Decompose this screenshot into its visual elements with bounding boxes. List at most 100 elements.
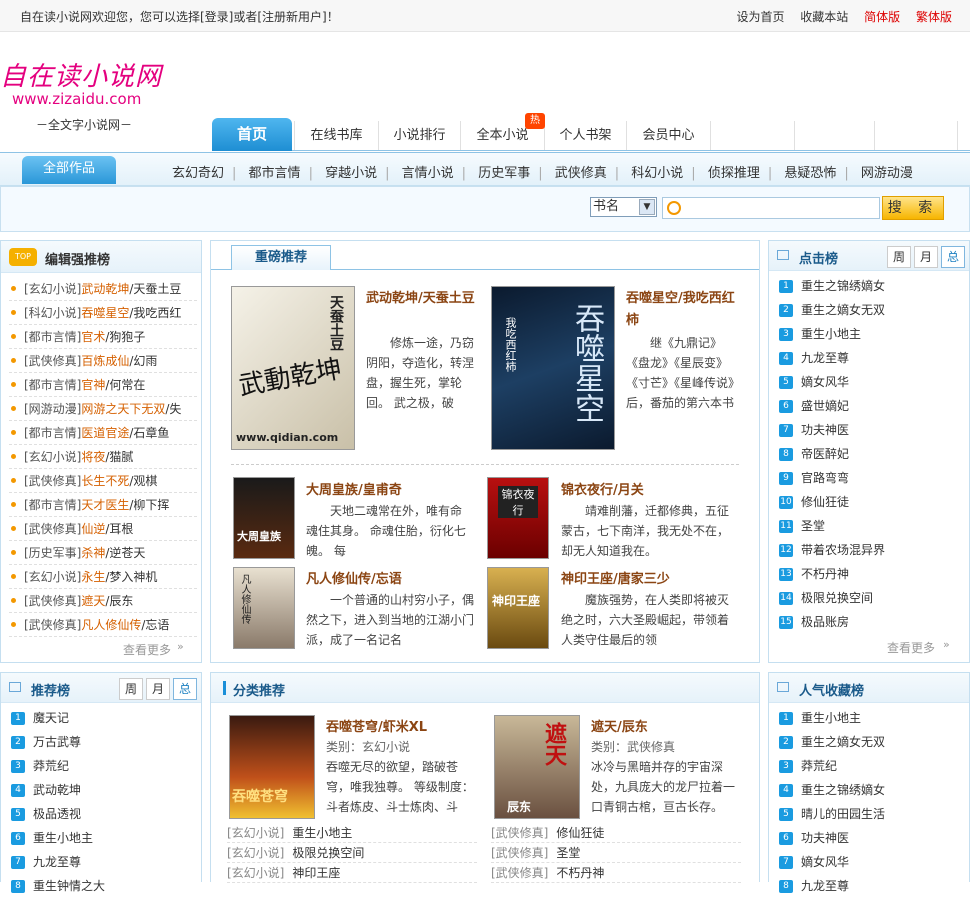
rank-item[interactable]: 5 极品透视 bbox=[11, 802, 195, 826]
featured-small-title-3[interactable]: 凡人修仙传/忘语 bbox=[306, 568, 402, 587]
rank-item[interactable]: 6 功夫神医 bbox=[779, 826, 963, 850]
tab-total[interactable]: 总 bbox=[941, 246, 965, 268]
rank-title[interactable]: 重生小地主 bbox=[33, 831, 93, 845]
rank-title[interactable]: 不朽丹神 bbox=[801, 567, 849, 581]
rank-title[interactable]: 万古武尊 bbox=[33, 735, 81, 749]
item-book[interactable]: 遮天 bbox=[81, 594, 105, 608]
rank-item[interactable]: 4 九龙至尊 bbox=[779, 346, 963, 370]
rank-title[interactable]: 功夫神医 bbox=[801, 423, 849, 437]
tab-total[interactable]: 总 bbox=[173, 678, 197, 700]
tab-bookshelf[interactable]: 个人书架 bbox=[544, 121, 626, 150]
rank-item[interactable]: 11 圣堂 bbox=[779, 514, 963, 538]
list-item[interactable]: [武侠修真]凡人修仙传/忘语 bbox=[9, 613, 197, 637]
rank-title[interactable]: 九龙至尊 bbox=[801, 351, 849, 365]
rank-item[interactable]: 2 重生之嫡女无双 bbox=[779, 298, 963, 322]
list-item[interactable]: [武侠修真]百炼成仙/幻雨 bbox=[9, 349, 197, 373]
item-book[interactable]: 修仙狂徒 bbox=[556, 826, 604, 840]
list-item[interactable]: [都市言情]官神/何常在 bbox=[9, 373, 197, 397]
cover-fanren[interactable]: 凡人修仙传 bbox=[233, 567, 295, 649]
item-book[interactable]: 天才医生 bbox=[81, 498, 129, 512]
item-book[interactable]: 凡人修仙传 bbox=[81, 618, 141, 632]
rank-item[interactable]: 1 重生小地主 bbox=[779, 706, 963, 730]
list-item[interactable]: [科幻小说]吞噬星空/我吃西红 bbox=[9, 301, 197, 325]
cat-horror[interactable]: 悬疑恐怖 bbox=[784, 166, 836, 181]
rank-item[interactable]: 7 功夫神医 bbox=[779, 418, 963, 442]
traditional-link[interactable]: 繁体版 bbox=[916, 10, 952, 24]
rank-title[interactable]: 重生之嫡女无双 bbox=[801, 735, 885, 749]
cat-fantasy[interactable]: 玄幻奇幻 bbox=[172, 166, 224, 181]
list-item[interactable]: [武侠修真] 圣堂 bbox=[491, 843, 741, 863]
cat-game[interactable]: 网游动漫 bbox=[861, 166, 913, 181]
list-item[interactable]: [武侠修真]仙逆/耳根 bbox=[9, 517, 197, 541]
tab-home[interactable]: 首页 bbox=[212, 118, 292, 151]
tab-member-center[interactable]: 会员中心 bbox=[626, 121, 710, 150]
rank-item[interactable]: 4 武动乾坤 bbox=[11, 778, 195, 802]
rank-item[interactable]: 3 莽荒纪 bbox=[11, 754, 195, 778]
rec-title-1[interactable]: 吞噬苍穹/虾米XL bbox=[326, 716, 427, 735]
list-item[interactable]: [玄幻小说]将夜/猫腻 bbox=[9, 445, 197, 469]
item-book[interactable]: 网游之天下无双 bbox=[81, 402, 165, 416]
rank-title[interactable]: 官路弯弯 bbox=[801, 471, 849, 485]
rank-title[interactable]: 九龙至尊 bbox=[33, 855, 81, 869]
rank-item[interactable]: 7 嫡女风华 bbox=[779, 850, 963, 874]
cover-shenyin[interactable]: 神印王座 bbox=[487, 567, 549, 649]
rec-title-2[interactable]: 遮天/辰东 bbox=[591, 716, 648, 735]
editor-picks-more[interactable]: 查看更多 bbox=[123, 641, 171, 658]
rank-item[interactable]: 12 带着农场混异界 bbox=[779, 538, 963, 562]
tab-rankings[interactable]: 小说排行 bbox=[378, 121, 460, 150]
rank-title[interactable]: 帝医醉妃 bbox=[801, 447, 849, 461]
rank-title[interactable]: 莽荒纪 bbox=[801, 759, 837, 773]
rank-item[interactable]: 8 九龙至尊 bbox=[779, 874, 963, 898]
item-book[interactable]: 长生不死 bbox=[81, 474, 129, 488]
item-book[interactable]: 仙逆 bbox=[81, 522, 105, 536]
cat-detective[interactable]: 侦探推理 bbox=[708, 166, 760, 181]
item-book[interactable]: 神印王座 bbox=[292, 866, 340, 880]
cat-history[interactable]: 历史军事 bbox=[478, 166, 530, 181]
item-book[interactable]: 永生 bbox=[81, 570, 105, 584]
tab-month[interactable]: 月 bbox=[146, 678, 170, 700]
rank-title[interactable]: 重生小地主 bbox=[801, 711, 861, 725]
item-book[interactable]: 杀神 bbox=[81, 546, 105, 560]
rank-title[interactable]: 重生钟情之大 bbox=[33, 879, 105, 893]
rank-item[interactable]: 3 重生小地主 bbox=[779, 322, 963, 346]
rank-title[interactable]: 莽荒纪 bbox=[33, 759, 69, 773]
rank-title[interactable]: 重生之嫡女无双 bbox=[801, 303, 885, 317]
rank-title[interactable]: 嫡女风华 bbox=[801, 855, 849, 869]
rank-item[interactable]: 4 重生之锦绣嫡女 bbox=[779, 778, 963, 802]
rank-item[interactable]: 8 重生钟情之大 bbox=[11, 874, 195, 898]
rank-title[interactable]: 重生之锦绣嫡女 bbox=[801, 783, 885, 797]
rank-item[interactable]: 9 官路弯弯 bbox=[779, 466, 963, 490]
rank-item[interactable]: 7 九龙至尊 bbox=[11, 850, 195, 874]
rank-title[interactable]: 武动乾坤 bbox=[33, 783, 81, 797]
rank-title[interactable]: 九龙至尊 bbox=[801, 879, 849, 893]
bookmark-link[interactable]: 收藏本站 bbox=[800, 10, 848, 24]
cover-tunshi[interactable]: 吞噬星空 我吃西红柿 bbox=[491, 286, 615, 450]
list-item[interactable]: [都市言情]医道官途/石章鱼 bbox=[9, 421, 197, 445]
rank-title[interactable]: 嫡女风华 bbox=[801, 375, 849, 389]
featured-small-title-1[interactable]: 大周皇族/皇甫奇 bbox=[306, 479, 402, 498]
simplified-link[interactable]: 简体版 bbox=[864, 10, 900, 24]
list-item[interactable]: [武侠修真]长生不死/观棋 bbox=[9, 469, 197, 493]
item-book[interactable]: 重生小地主 bbox=[292, 826, 352, 840]
item-book[interactable]: 官术 bbox=[81, 330, 105, 344]
tab-online-library[interactable]: 在线书库 bbox=[294, 121, 378, 150]
tab-week[interactable]: 周 bbox=[119, 678, 143, 700]
list-item[interactable]: [武侠修真] 不朽丹神 bbox=[491, 863, 741, 883]
cover-wudong[interactable]: 天蚕土豆 武動乾坤 www.qidian.com bbox=[231, 286, 355, 450]
rank-item[interactable]: 14 极限兑换空间 bbox=[779, 586, 963, 610]
item-book[interactable]: 医道官途 bbox=[81, 426, 129, 440]
list-item[interactable]: [都市言情]官术/狗狍子 bbox=[9, 325, 197, 349]
search-input[interactable] bbox=[662, 197, 880, 219]
featured-small-title-4[interactable]: 神印王座/唐家三少 bbox=[561, 568, 670, 587]
rank-title[interactable]: 功夫神医 bbox=[801, 831, 849, 845]
rank-title[interactable]: 重生之锦绣嫡女 bbox=[801, 279, 885, 293]
featured-big-title-1[interactable]: 武动乾坤/天蚕土豆 bbox=[366, 288, 476, 310]
rank-title[interactable]: 极品透视 bbox=[33, 807, 81, 821]
item-book[interactable]: 将夜 bbox=[81, 450, 105, 464]
item-book[interactable]: 武动乾坤 bbox=[81, 282, 129, 296]
cat-wuxia[interactable]: 武侠修真 bbox=[555, 166, 607, 181]
rank-item[interactable]: 2 重生之嫡女无双 bbox=[779, 730, 963, 754]
rank-item[interactable]: 1 重生之锦绣嫡女 bbox=[779, 274, 963, 298]
rank-title[interactable]: 晴儿的田园生活 bbox=[801, 807, 885, 821]
list-item[interactable]: [玄幻小说] 重生小地主 bbox=[227, 823, 477, 843]
